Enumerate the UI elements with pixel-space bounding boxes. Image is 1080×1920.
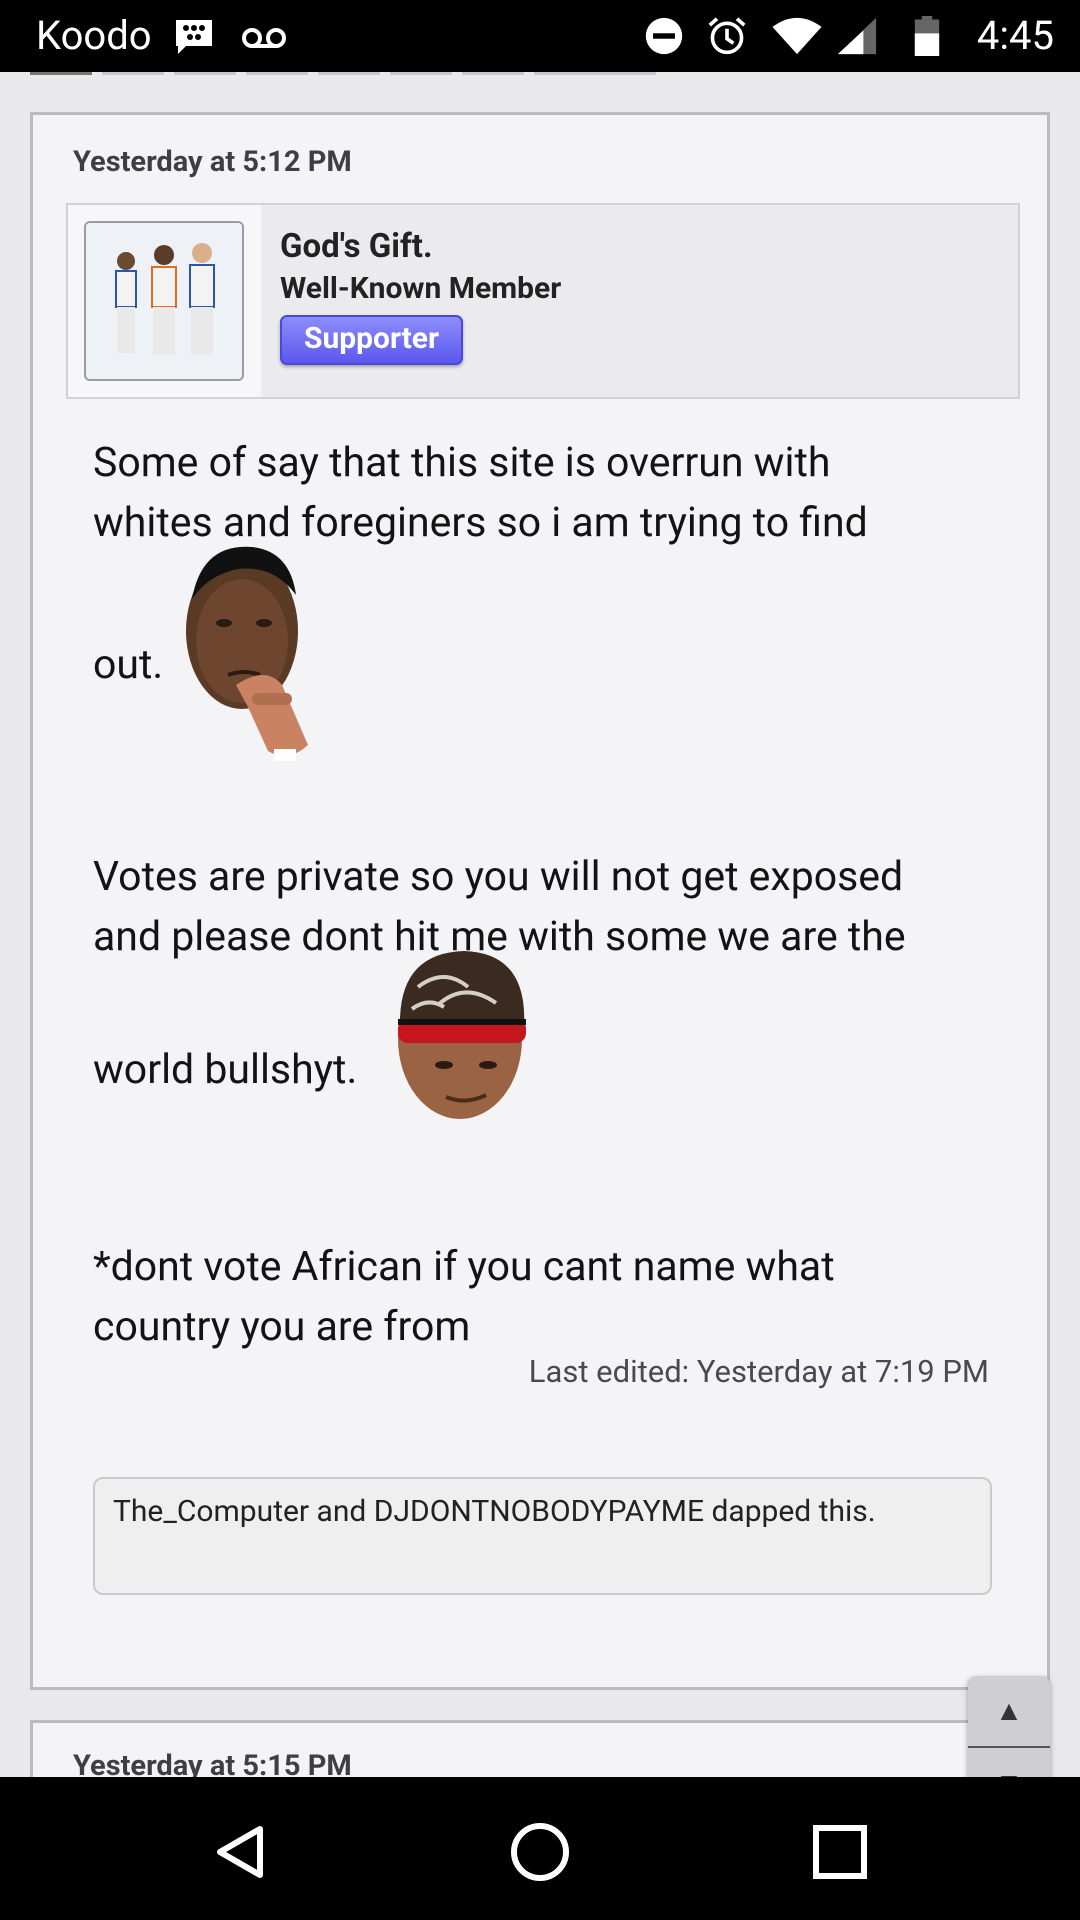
thread-page[interactable]: Yesterday at 5:12 PM God's Gift. Well-Kn… xyxy=(0,72,1080,1777)
wifi-icon xyxy=(772,17,822,55)
battery-icon xyxy=(914,16,940,56)
message-line: out. xyxy=(93,641,164,689)
page-nav-segment-active[interactable] xyxy=(30,72,92,75)
signal-icon xyxy=(837,17,877,55)
page-nav-segment[interactable] xyxy=(246,72,308,75)
message-line: Votes are private so you will not get ex… xyxy=(93,853,904,901)
do-not-disturb-icon xyxy=(645,17,683,55)
page-nav-segment[interactable] xyxy=(102,72,164,75)
back-icon[interactable] xyxy=(196,1807,286,1897)
recents-icon[interactable] xyxy=(795,1807,885,1897)
scroll-up-button[interactable]: ▲ xyxy=(968,1676,1050,1746)
home-icon[interactable] xyxy=(495,1807,585,1897)
message-line: Some of say that this site is overrun wi… xyxy=(93,439,831,487)
page-nav-segment[interactable] xyxy=(534,72,656,75)
scroll-down-button[interactable]: ▼ xyxy=(968,1748,1050,1777)
page-nav-segment[interactable] xyxy=(174,72,236,75)
navigation-bar xyxy=(0,1777,1080,1920)
post-date[interactable]: Yesterday at 5:15 PM xyxy=(73,1749,352,1777)
user-title: Well-Known Member xyxy=(280,271,562,306)
last-edited-text: Last edited: Yesterday at 7:19 PM xyxy=(528,1353,989,1390)
forum-post: Yesterday at 5:12 PM God's Gift. Well-Kn… xyxy=(30,112,1050,1690)
message-line: *dont vote African if you cant name what xyxy=(93,1243,835,1291)
headband-face-emoji xyxy=(398,951,526,1119)
likes-summary[interactable]: The_Computer and DJDONTNOBODYPAYME dappe… xyxy=(93,1477,992,1595)
thinking-face-emoji xyxy=(186,546,308,761)
avatar-image xyxy=(86,223,242,379)
status-bar: Koodo 4:45 xyxy=(0,0,1080,72)
user-card: God's Gift. Well-Known Member Supporter xyxy=(66,203,1020,399)
bbm-icon xyxy=(176,20,212,54)
alarm-icon xyxy=(708,17,746,55)
post-date[interactable]: Yesterday at 5:12 PM xyxy=(73,145,352,179)
supporter-badge: Supporter xyxy=(280,315,463,365)
voicemail-icon xyxy=(242,28,286,48)
avatar[interactable] xyxy=(84,221,244,381)
page-nav-segment[interactable] xyxy=(462,72,524,75)
forum-post: Yesterday at 5:15 PM xyxy=(30,1720,1050,1777)
clock: 4:45 xyxy=(976,12,1054,59)
carrier-name: Koodo xyxy=(36,12,152,59)
avatar-panel xyxy=(68,205,261,397)
scroll-controls: ▲ ▼ xyxy=(968,1676,1050,1777)
username-link[interactable]: God's Gift. xyxy=(280,227,433,266)
page-nav-segment[interactable] xyxy=(318,72,380,75)
message-line: world bullshyt. xyxy=(93,1046,358,1094)
message-line: country you are from xyxy=(93,1303,471,1351)
page-nav-segment[interactable] xyxy=(390,72,452,75)
